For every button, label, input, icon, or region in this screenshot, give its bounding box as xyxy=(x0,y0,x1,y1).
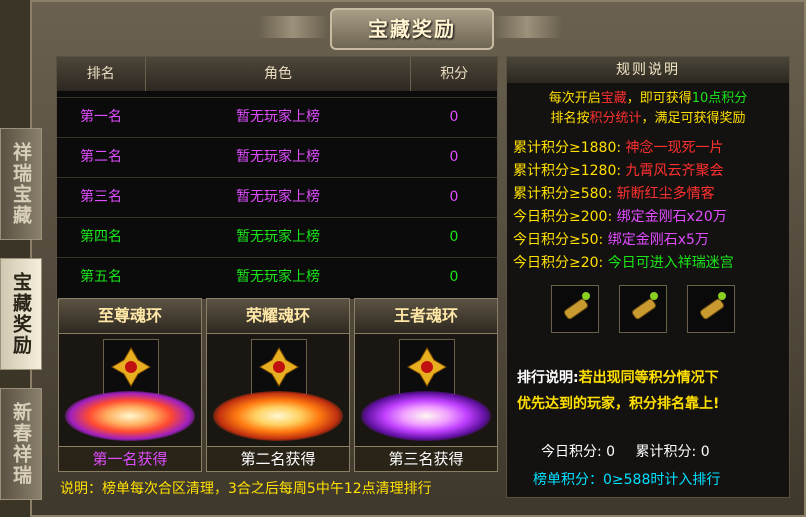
tier-reward: 今日可进入祥瑞迷宫 xyxy=(607,255,734,271)
board-note: 榜单积分：0≥588时计入排行 xyxy=(533,472,721,488)
rules-text: ，即可获得 xyxy=(626,91,692,106)
row-role: 暂无玩家上榜 xyxy=(236,269,320,285)
tier-row: 今日积分≥50: 绑定金刚石x5万 xyxy=(513,229,709,249)
tier-cond: 累计积分≥1880: xyxy=(513,140,622,156)
scroll-item-icon xyxy=(699,292,726,320)
header-rank: 排名 xyxy=(57,57,146,91)
tier-row: 今日积分≥20: 今日可进入祥瑞迷宫 xyxy=(513,252,734,272)
reward-card-zhizun[interactable]: 至尊魂环 第一名获得 xyxy=(58,298,202,472)
rules-text: ，满足可获得奖励 xyxy=(641,111,746,126)
soul-ring-item-icon[interactable] xyxy=(399,339,455,395)
tier-cond: 今日积分≥200: xyxy=(513,209,613,225)
table-row: 第五名 暂无玩家上榜 0 xyxy=(57,257,497,296)
rank-note: 排行说明:若出现同等积分情况下 优先达到的玩家，积分排名靠上! xyxy=(517,365,719,417)
header-score: 积分 xyxy=(440,66,469,82)
rules-text: 每次开启 xyxy=(548,91,601,106)
rules-line-1: 每次开启宝藏，即可获得10点积分 xyxy=(507,89,789,109)
title-ornament-left xyxy=(258,16,328,38)
ring-glow-effect xyxy=(213,391,343,441)
total-score-value: 0 xyxy=(700,444,710,460)
reward-item-slot[interactable] xyxy=(687,285,735,333)
ring-glow-effect xyxy=(361,391,491,441)
table-header: 排名 角色 积分 xyxy=(57,57,497,91)
ring-title: 王者魂环 xyxy=(355,299,497,334)
side-tab-label: 宝藏奖励 xyxy=(10,272,32,356)
tier-row: 累计积分≥580: 斩断红尘多情客 xyxy=(513,183,715,203)
reward-card-rongyao[interactable]: 荣耀魂环 第二名获得 xyxy=(206,298,350,472)
window-frame: 宝藏奖励 祥瑞宝藏 宝藏奖励 新春祥瑞 排名 角色 积分 第一名 暂无玩家上榜 … xyxy=(0,0,806,517)
row-score: 0 xyxy=(449,109,459,125)
row-rank: 第一名 xyxy=(80,109,122,125)
tier-cond: 今日积分≥20: xyxy=(513,255,604,271)
side-tab-label: 祥瑞宝藏 xyxy=(10,142,32,226)
side-tab-xinchun-xiangrui[interactable]: 新春祥瑞 xyxy=(0,388,42,500)
reward-item-slot[interactable] xyxy=(551,285,599,333)
tier-reward: 神念一现死一片 xyxy=(625,140,724,156)
rank-note-text: 优先达到的玩家，积分排名靠上! xyxy=(517,396,720,412)
scroll-item-icon xyxy=(631,292,658,320)
row-role: 暂无玩家上榜 xyxy=(236,229,320,245)
table-row: 第二名 暂无玩家上榜 0 xyxy=(57,137,497,176)
ring-title: 荣耀魂环 xyxy=(207,299,349,334)
tier-reward: 斩断红尘多情客 xyxy=(616,186,715,202)
side-tab-baozang-jiangli[interactable]: 宝藏奖励 xyxy=(0,258,42,370)
tier-row: 累计积分≥1280: 九霄风云齐聚会 xyxy=(513,160,724,180)
rules-panel: 规则说明 每次开启宝藏，即可获得10点积分 排名按积分统计，满足可获得奖励 累计… xyxy=(506,56,790,498)
ring-label: 第二名获得 xyxy=(207,446,349,471)
ranking-table: 排名 角色 积分 第一名 暂无玩家上榜 0 第二名 暂无玩家上榜 0 第三名 暂… xyxy=(56,56,498,300)
tier-cond: 累计积分≥580: xyxy=(513,186,613,202)
row-role: 暂无玩家上榜 xyxy=(236,109,320,125)
rank-note-label: 排行说明: xyxy=(517,370,579,386)
total-score-label: 累计积分: xyxy=(635,444,697,460)
reward-card-wangzhe[interactable]: 王者魂环 第三名获得 xyxy=(354,298,498,472)
soul-ring-item-icon[interactable] xyxy=(103,339,159,395)
tier-reward: 绑定金刚石x5万 xyxy=(607,232,709,248)
ring-label: 第一名获得 xyxy=(59,446,201,471)
rules-text: 宝藏 xyxy=(600,91,627,106)
today-score-label: 今日积分: xyxy=(541,444,602,460)
tier-cond: 累计积分≥1280: xyxy=(513,163,622,179)
row-score: 0 xyxy=(449,269,459,285)
row-rank: 第三名 xyxy=(80,189,122,205)
row-score: 0 xyxy=(449,189,459,205)
row-rank: 第四名 xyxy=(80,229,122,245)
ring-label: 第三名获得 xyxy=(355,446,497,471)
table-row: 第四名 暂无玩家上榜 0 xyxy=(57,217,497,256)
rank-note-text: 若出现同等积分情况下 xyxy=(578,370,719,386)
row-rank: 第五名 xyxy=(80,269,122,285)
table-row: 第一名 暂无玩家上榜 0 xyxy=(57,97,497,136)
page-title: 宝藏奖励 xyxy=(330,8,494,50)
row-rank: 第二名 xyxy=(80,149,122,165)
tier-cond: 今日积分≥50: xyxy=(513,232,604,248)
rules-line-2: 排名按积分统计，满足可获得奖励 xyxy=(507,109,789,129)
rules-title: 规则说明 xyxy=(507,57,789,83)
reward-item-slot[interactable] xyxy=(619,285,667,333)
row-score: 0 xyxy=(449,229,459,245)
rules-text: 积分统计 xyxy=(589,111,642,126)
tier-row: 累计积分≥1880: 神念一现死一片 xyxy=(513,137,724,157)
header-role: 角色 xyxy=(146,57,412,91)
tier-row: 今日积分≥200: 绑定金刚石x20万 xyxy=(513,206,727,226)
row-role: 暂无玩家上榜 xyxy=(236,189,320,205)
soul-ring-item-icon[interactable] xyxy=(251,339,307,395)
row-score: 0 xyxy=(449,149,459,165)
score-summary: 今日积分: 0 累计积分: 0 xyxy=(541,441,710,461)
ring-glow-effect xyxy=(65,391,195,441)
side-tab-xiangrui-baozang[interactable]: 祥瑞宝藏 xyxy=(0,128,42,240)
tier-reward: 绑定金刚石x20万 xyxy=(616,209,727,225)
table-row: 第三名 暂无玩家上榜 0 xyxy=(57,177,497,216)
row-role: 暂无玩家上榜 xyxy=(236,149,320,165)
title-ornament-right xyxy=(492,16,562,38)
rules-text: 10点积分 xyxy=(691,91,748,106)
tier-reward: 九霄风云齐聚会 xyxy=(625,163,724,179)
side-tab-label: 新春祥瑞 xyxy=(10,402,32,486)
today-score-value: 0 xyxy=(606,444,616,460)
ring-title: 至尊魂环 xyxy=(59,299,201,334)
clear-note: 说明：榜单每次合区清理，3合之后每周5中午12点清理排行 xyxy=(60,481,432,497)
rules-text: 排名按 xyxy=(550,111,590,126)
scroll-item-icon xyxy=(563,292,590,320)
